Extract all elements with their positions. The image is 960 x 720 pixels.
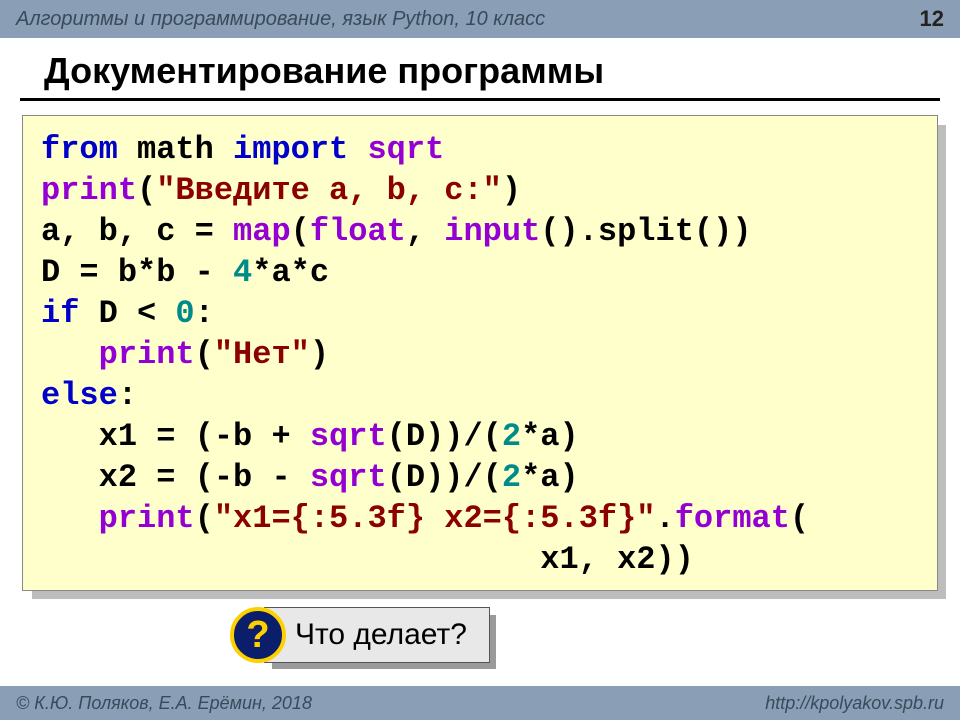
code-text: (D))/( (387, 459, 502, 496)
code-text: ( (137, 172, 156, 209)
footer-author: © К.Ю. Поляков, Е.А. Ерёмин, 2018 (16, 693, 312, 714)
num-literal: 0 (175, 295, 194, 332)
code-text: : (195, 295, 214, 332)
code-text: ) (310, 336, 329, 373)
callout-row: ? Что делает? (230, 607, 960, 663)
code-text: ( (291, 213, 310, 250)
fn-input: input (444, 213, 540, 250)
code-text: math (118, 131, 233, 168)
footer-url: http://kpolyakov.spb.ru (765, 693, 944, 714)
code-block-wrap: from math import sqrt print("Введите a, … (22, 115, 938, 591)
num-literal: 4 (233, 254, 252, 291)
str-literal: "Введите a, b, c:" (156, 172, 502, 209)
code-text: ().split()) (540, 213, 751, 250)
fn-sqrt: sqrt (310, 418, 387, 455)
code-text: x2 = (-b - (99, 459, 310, 496)
fn-format: format (675, 500, 790, 537)
question-mark: ? (246, 614, 269, 657)
fn-print: print (99, 500, 195, 537)
fn-print: print (99, 336, 195, 373)
slide-footer: © К.Ю. Поляков, Е.А. Ерёмин, 2018 http:/… (0, 686, 960, 720)
callout-text: Что делает? (295, 618, 467, 651)
kw-from: from (41, 131, 118, 168)
code-text: x1 = (-b + (99, 418, 310, 455)
code-text: . (656, 500, 675, 537)
kw-else: else (41, 377, 118, 414)
code-text: : (118, 377, 137, 414)
code-text: ( (790, 500, 809, 537)
str-literal: "Нет" (214, 336, 310, 373)
kw-import: import (233, 131, 348, 168)
code-text: *a) (521, 418, 579, 455)
code-text: , (406, 213, 444, 250)
code-text (41, 418, 99, 455)
code-text (41, 459, 99, 496)
callout-box-wrap: Что делает? (264, 607, 490, 663)
slide-header: Алгоритмы и программирование, язык Pytho… (0, 0, 960, 38)
code-text: x1, x2)) (540, 541, 694, 578)
kw-if: if (41, 295, 79, 332)
fn-sqrt: sqrt (348, 131, 444, 168)
str-literal: "x1={:5.3f} x2={:5.3f}" (214, 500, 656, 537)
code-text: ) (502, 172, 521, 209)
code-text: *a) (521, 459, 579, 496)
code-text: D = b*b - (41, 254, 233, 291)
fn-float: float (310, 213, 406, 250)
num-literal: 2 (502, 418, 521, 455)
page-number: 12 (920, 6, 944, 32)
code-text: *a*c (252, 254, 329, 291)
code-text (41, 336, 99, 373)
code-text: D < (79, 295, 175, 332)
fn-sqrt: sqrt (310, 459, 387, 496)
code-block: from math import sqrt print("Введите a, … (22, 115, 938, 591)
num-literal: 2 (502, 459, 521, 496)
code-text: (D))/( (387, 418, 502, 455)
callout-box: Что делает? (264, 607, 490, 663)
code-text (41, 500, 99, 537)
code-text: ( (195, 500, 214, 537)
course-label: Алгоритмы и программирование, язык Pytho… (16, 8, 545, 31)
code-text (41, 541, 540, 578)
slide-title: Документирование программы (20, 38, 940, 101)
code-text: ( (195, 336, 214, 373)
code-text: a, b, c = (41, 213, 233, 250)
fn-map: map (233, 213, 291, 250)
fn-print: print (41, 172, 137, 209)
